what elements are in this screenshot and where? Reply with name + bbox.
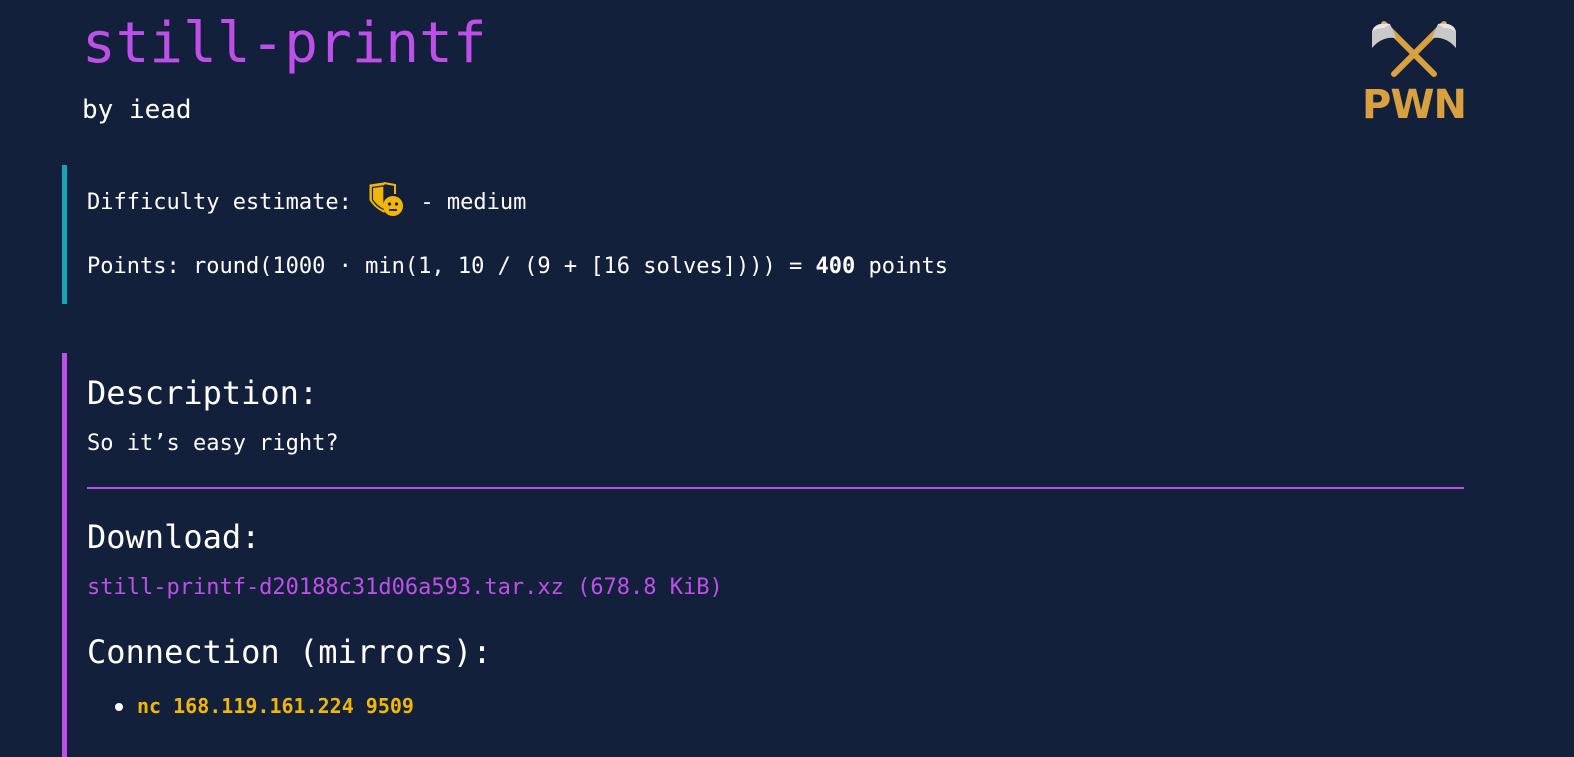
difficulty-medium-icon xyxy=(369,182,404,216)
challenge-info-box: Difficulty estimate: - medium Points: ro… xyxy=(62,165,1067,304)
challenge-details-box: Description: So it’s easy right? Downloa… xyxy=(62,353,1477,757)
difficulty-row: Difficulty estimate: - medium xyxy=(87,182,527,219)
crossed-axes-icon xyxy=(1372,21,1456,77)
category-logo: PWN xyxy=(1362,18,1467,128)
points-row: Points: round(1000 · min(1, 10 / (9 + [1… xyxy=(87,251,948,283)
challenge-author: by iead xyxy=(82,95,192,125)
mirror-item: nc 168.119.161.224 9509 xyxy=(87,691,414,721)
challenge-title: still-printf xyxy=(82,11,487,76)
description-heading: Description: xyxy=(87,374,319,412)
download-link[interactable]: still-printf-d20188c31d06a593.tar.xz (67… xyxy=(87,573,723,603)
mirror-command[interactable]: nc 168.119.161.224 9509 xyxy=(137,694,414,718)
difficulty-label: Difficulty estimate: xyxy=(87,190,352,215)
category-label: PWN xyxy=(1362,82,1467,128)
difficulty-level: - medium xyxy=(420,190,527,215)
bullet-icon xyxy=(115,703,123,711)
download-heading: Download: xyxy=(87,518,261,556)
points-value: 400 xyxy=(815,254,856,279)
points-unit: points xyxy=(868,254,948,279)
connection-heading: Connection (mirrors): xyxy=(87,633,492,671)
points-formula: Points: round(1000 · min(1, 10 / (9 + [1… xyxy=(87,254,803,279)
challenge-page: still-printf by iead PWN Difficulty esti… xyxy=(0,0,1574,757)
mirror-list: nc 168.119.161.224 9509 xyxy=(87,691,414,721)
section-divider xyxy=(87,487,1464,489)
description-text: So it’s easy right? xyxy=(87,431,339,456)
